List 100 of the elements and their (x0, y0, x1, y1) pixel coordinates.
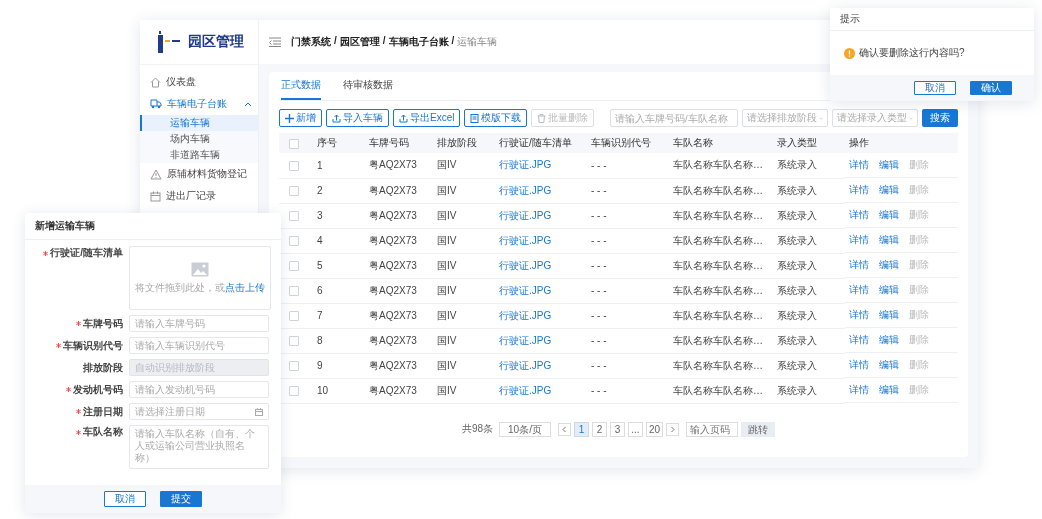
column-header: 车队名称 (669, 133, 773, 153)
table-cell: 系统录入 (773, 253, 845, 278)
sidebar-item[interactable]: 进出厂记录 (140, 185, 258, 207)
breadcrumb-item[interactable]: 园区管理 (339, 35, 380, 49)
toolbar-button[interactable]: 导出Excel (393, 109, 461, 127)
row-action-link[interactable]: 详情 (849, 183, 869, 197)
search-button[interactable]: 搜索 (922, 109, 958, 127)
breadcrumb-item[interactable]: 车辆电子台账 (388, 35, 449, 49)
dialog-button[interactable]: 提交 (160, 491, 202, 507)
row-checkbox[interactable] (289, 361, 299, 372)
row-action-link[interactable]: 详情 (849, 158, 869, 172)
table-cell: 国IV (433, 328, 495, 353)
menu-fold-icon[interactable] (269, 37, 281, 47)
document-icon (470, 113, 480, 123)
table-cell: 国IV (433, 278, 495, 303)
file-link[interactable]: 行驶证.JPG (499, 334, 552, 346)
sidebar-group[interactable]: 车辆电子台账 (140, 93, 258, 115)
row-action-link[interactable]: 编辑 (879, 283, 899, 297)
table-cell: - - - (587, 353, 669, 378)
row-checkbox[interactable] (289, 186, 299, 197)
table-cell: 粤AQ2X73 (365, 253, 433, 278)
row-checkbox[interactable] (289, 261, 299, 272)
table-cell: 国IV (433, 178, 495, 203)
text-field[interactable]: 请输入车辆识别代号 (129, 337, 269, 354)
page-button[interactable]: 3 (609, 421, 625, 437)
row-action-link[interactable]: 详情 (849, 258, 869, 272)
file-link[interactable]: 行驶证.JPG (499, 284, 552, 296)
column-header: 行驶证/随车清单 (495, 133, 587, 153)
row-action-link[interactable]: 编辑 (879, 208, 899, 222)
text-field[interactable]: 请输入发动机号码 (129, 381, 269, 398)
toolbar-button[interactable]: 新增 (279, 109, 322, 127)
row-action-link[interactable]: 编辑 (879, 258, 899, 272)
dialog-button[interactable]: 取消 (104, 491, 146, 507)
sidebar-subitem[interactable]: 非道路车辆 (140, 147, 258, 163)
table-cell: 系统录入 (773, 328, 845, 353)
row-checkbox[interactable] (289, 286, 299, 297)
row-action-link[interactable]: 详情 (849, 283, 869, 297)
table-cell: 国IV (433, 253, 495, 278)
table-cell: - - - (587, 328, 669, 353)
file-link[interactable]: 行驶证.JPG (499, 184, 552, 196)
row-action-link[interactable]: 编辑 (879, 333, 899, 347)
row-action-link[interactable]: 编辑 (879, 383, 899, 397)
search-field[interactable]: 请输入车牌号码/车队名称 (610, 109, 738, 127)
tab[interactable]: 待审核数据 (343, 72, 393, 100)
jump-button[interactable]: 跳转 (741, 421, 776, 437)
file-link[interactable]: 行驶证.JPG (499, 384, 552, 396)
row-action-link[interactable]: 编辑 (879, 158, 899, 172)
row-action-link[interactable]: 详情 (849, 333, 869, 347)
file-link[interactable]: 行驶证.JPG (499, 309, 552, 321)
row-action-link[interactable]: 详情 (849, 308, 869, 322)
text-field[interactable]: 请输入车牌号码 (129, 315, 269, 332)
table-cell: 粤AQ2X73 (365, 303, 433, 328)
row-action-link[interactable]: 详情 (849, 383, 869, 397)
row-action-link[interactable]: 详情 (849, 233, 869, 247)
page-button[interactable]: ... (627, 421, 643, 437)
file-link[interactable]: 行驶证.JPG (499, 259, 552, 271)
trash-icon (537, 113, 547, 123)
dialog-button[interactable]: 确认 (970, 81, 1012, 95)
textarea-field[interactable]: 请输入车队名称（自有、个人或运输公司营业执照名称） (129, 425, 269, 469)
row-checkbox[interactable] (289, 336, 299, 347)
file-link[interactable]: 行驶证.JPG (499, 159, 552, 171)
previous-page-icon[interactable] (557, 422, 571, 436)
row-checkbox[interactable] (289, 386, 299, 397)
row-checkbox[interactable] (289, 236, 299, 247)
row-action-link[interactable]: 编辑 (879, 233, 899, 247)
page-number-field[interactable]: 输入页码 (686, 421, 739, 437)
file-link[interactable]: 行驶证.JPG (499, 359, 552, 371)
row-checkbox[interactable] (289, 211, 299, 222)
row-checkbox[interactable] (289, 311, 299, 322)
sidebar-subitem[interactable]: 场内车辆 (140, 131, 258, 147)
sidebar-item[interactable]: 原辅材料货物登记 (140, 163, 258, 185)
page-button[interactable]: 1 (573, 421, 589, 437)
table-cell: 车队名称车队名称… (669, 178, 773, 203)
breadcrumb-item[interactable]: 门禁系统 (291, 35, 331, 49)
page-size-select[interactable]: 10条/页 (499, 421, 551, 437)
row-action-link[interactable]: 编辑 (879, 308, 899, 322)
sidebar-item[interactable]: 仪表盘 (140, 71, 258, 93)
sidebar-subitem[interactable]: 运输车辆 (140, 115, 258, 131)
page-button[interactable]: 2 (591, 421, 607, 437)
file-link[interactable]: 行驶证.JPG (499, 234, 552, 246)
breadcrumb-separator: / (451, 35, 455, 48)
table-cell: 车队名称车队名称… (669, 253, 773, 278)
dialog-button[interactable]: 取消 (914, 81, 956, 95)
select-all-checkbox[interactable] (289, 138, 299, 149)
table-cell: 5 (313, 253, 365, 278)
table-cell: 系统录入 (773, 228, 845, 253)
toolbar-button[interactable]: 模版下载 (464, 109, 528, 127)
file-link[interactable]: 行驶证.JPG (499, 209, 552, 221)
next-page-icon[interactable] (666, 422, 680, 436)
upload-area[interactable]: 将文件拖到此处，或点击上传 (129, 246, 271, 310)
row-action-link[interactable]: 详情 (849, 208, 869, 222)
row-checkbox[interactable] (289, 160, 299, 171)
tab[interactable]: 正式数据 (281, 72, 321, 100)
table-cell: 10 (313, 378, 365, 403)
row-action-link[interactable]: 编辑 (879, 183, 899, 197)
row-action-link[interactable]: 详情 (849, 358, 869, 372)
page-button[interactable]: 20 (645, 421, 664, 437)
toolbar-button[interactable]: 导入车辆 (326, 109, 389, 127)
row-action-link[interactable]: 编辑 (879, 358, 899, 372)
upload-link[interactable]: 点击上传 (225, 281, 265, 293)
